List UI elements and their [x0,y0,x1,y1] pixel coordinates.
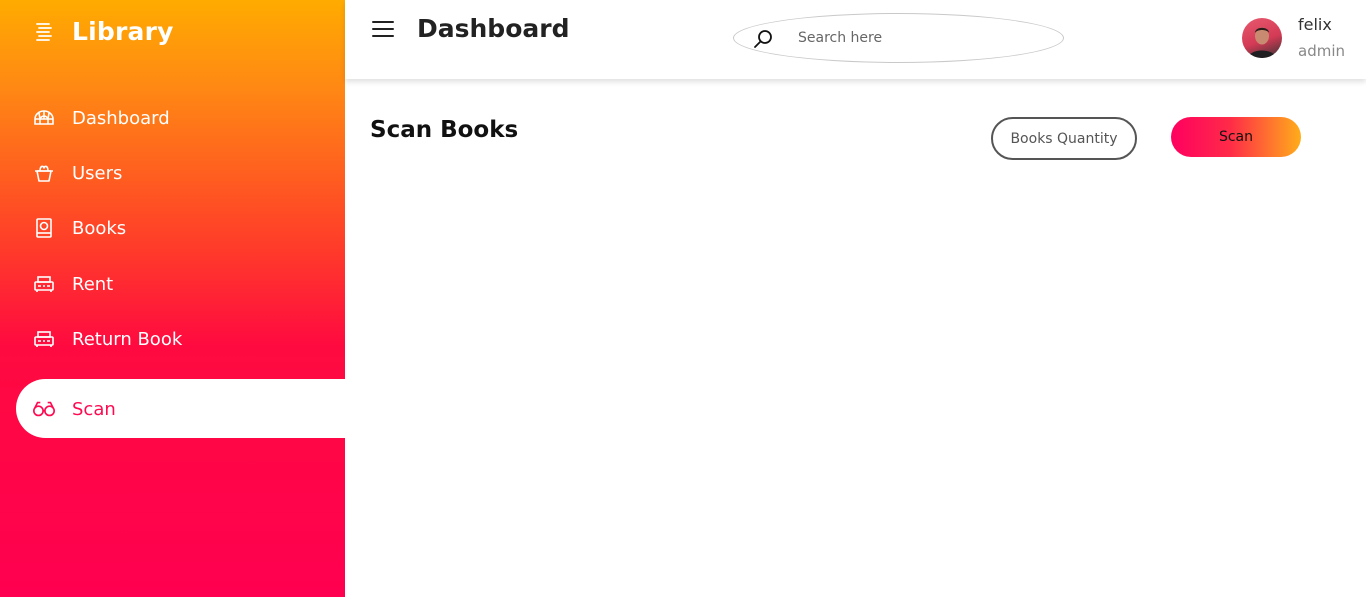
user-photo-icon [1248,27,1276,58]
page-title: Dashboard [417,14,570,43]
user-name: felix [1298,15,1332,34]
rent-icon [32,272,56,296]
topbar: Dashboard felix admin [345,0,1366,79]
search-input[interactable] [798,26,1038,50]
igloo-icon [32,106,56,130]
sidebar-item-label: Return Book [72,328,183,350]
sidebar-item-label: Users [72,162,123,184]
users-icon [32,161,56,185]
binoculars-icon [32,397,56,421]
brand-title: Library [72,16,174,46]
books-quantity-button[interactable]: Books Quantity [991,117,1137,160]
search-icon[interactable] [752,27,776,51]
sidebar-item-label: Scan [72,398,116,420]
avatar[interactable] [1242,18,1282,58]
book-icon [32,216,56,240]
brand[interactable]: Library [32,14,174,48]
sidebar-item-label: Dashboard [72,107,170,129]
user-role: admin [1298,42,1345,60]
sidebar-item-label: Books [72,217,127,239]
hamburger-icon [372,21,394,37]
section-title: Scan Books [370,117,519,143]
library-icon [32,19,56,43]
sidebar-item-return-book[interactable]: Return Book [32,324,182,354]
search-box[interactable] [733,13,1064,63]
scan-button[interactable]: Scan [1171,117,1301,157]
return-icon [32,327,56,351]
sidebar-item-label: Rent [72,273,114,295]
menu-toggle-button[interactable] [372,19,394,39]
sidebar-item-rent[interactable]: Rent [32,269,113,299]
sidebar: Library Dashboard Users Books Rent Retur… [0,0,345,597]
sidebar-item-books[interactable]: Books [32,213,126,243]
sidebar-item-dashboard[interactable]: Dashboard [32,103,170,133]
sidebar-item-users[interactable]: Users [32,158,122,188]
sidebar-item-scan[interactable]: Scan [32,394,116,424]
